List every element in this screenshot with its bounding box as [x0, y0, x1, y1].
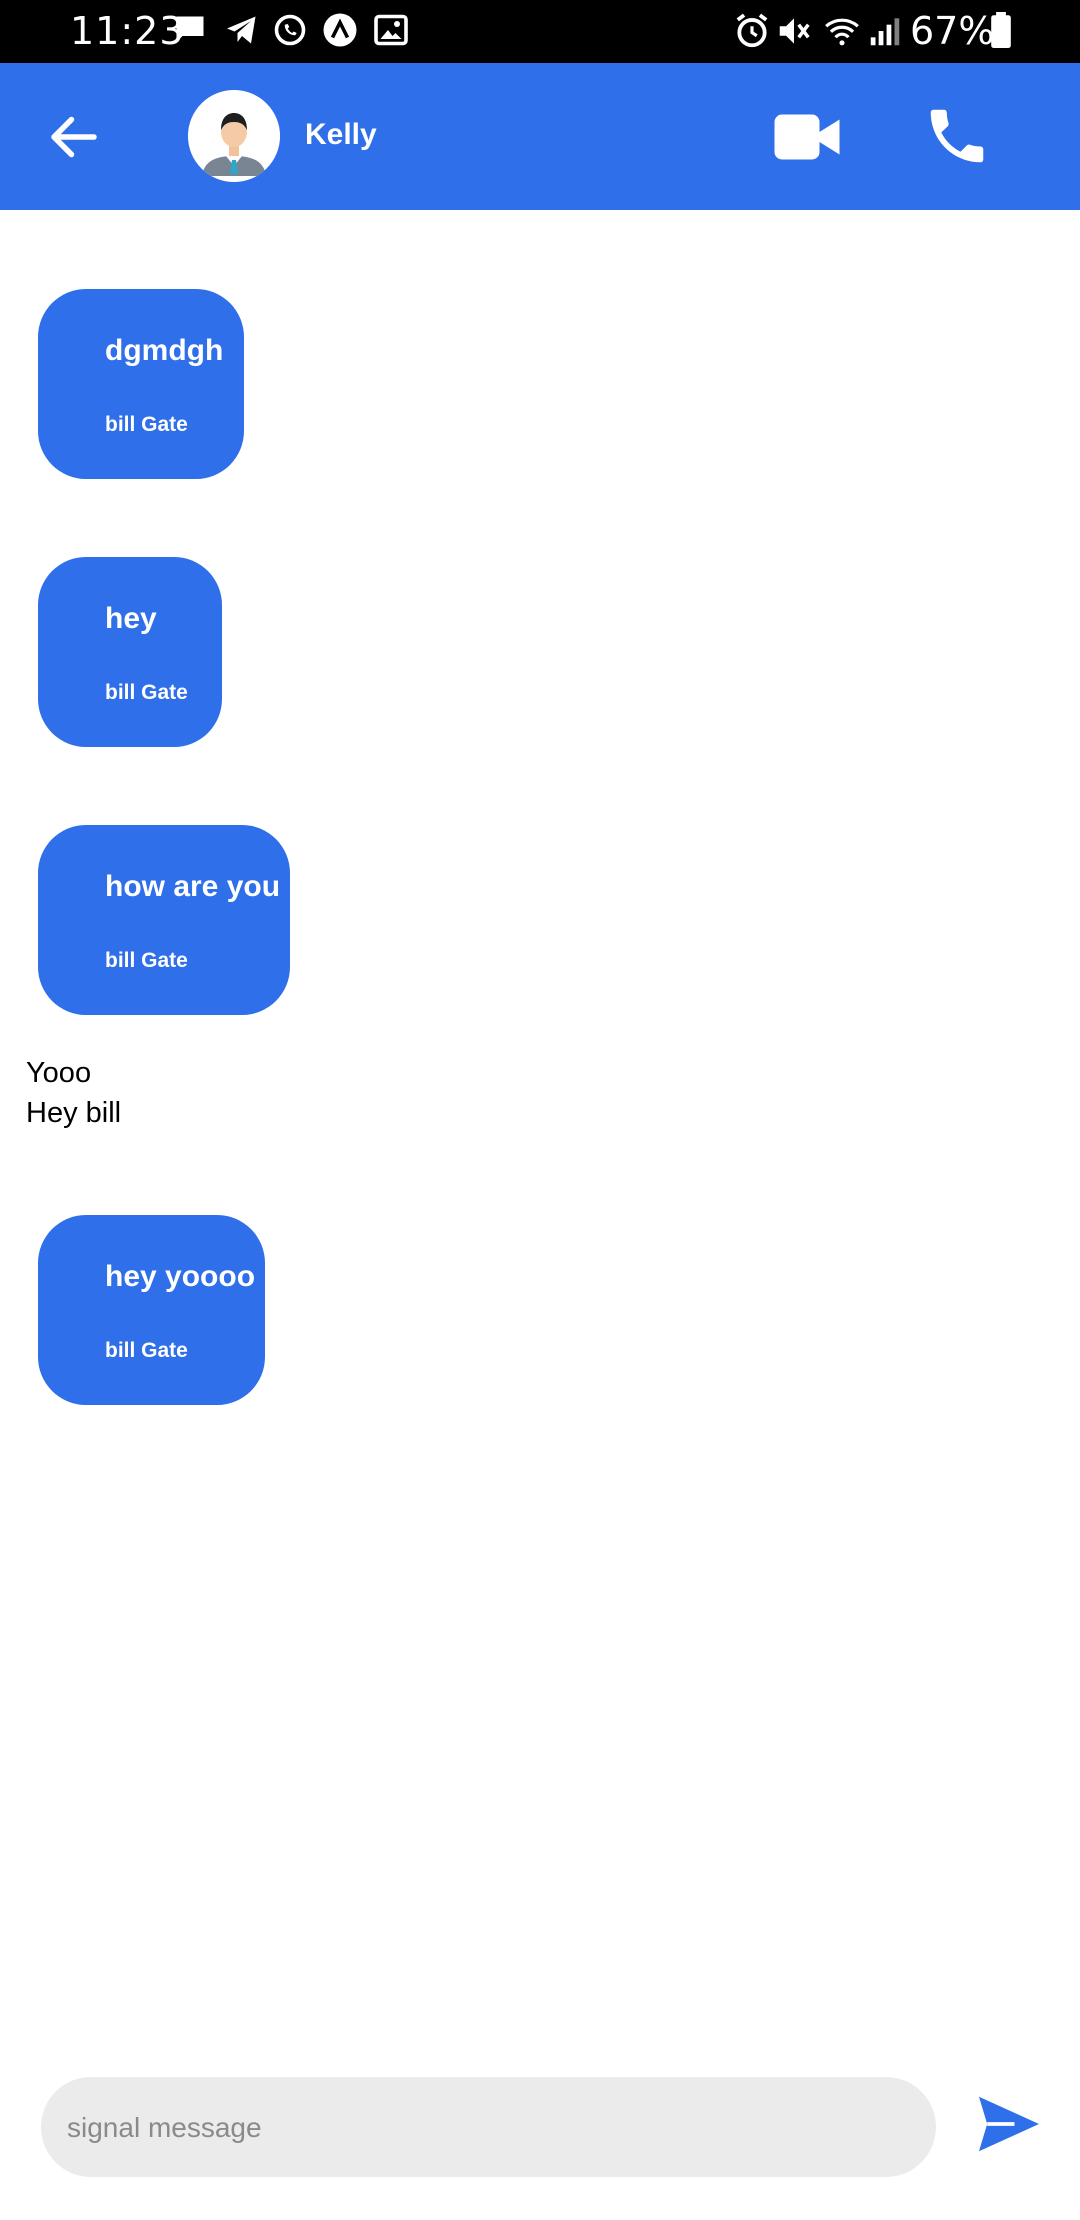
- message-sender: bill Gate: [105, 1339, 188, 1362]
- message-sender: bill Gate: [105, 681, 188, 704]
- alarm-icon: [736, 13, 768, 48]
- message-bubble[interactable]: hey yoooo bill Gate: [38, 1215, 265, 1405]
- telegram-icon: [227, 16, 256, 44]
- battery-percent: 67%: [910, 9, 995, 53]
- battery-icon: [991, 12, 1011, 48]
- contact-name[interactable]: Kelly: [305, 115, 377, 155]
- message-bubble[interactable]: how are you bill Gate: [38, 825, 290, 1015]
- message-input[interactable]: [65, 2105, 909, 2151]
- message-bubble[interactable]: hey bill Gate: [38, 557, 222, 747]
- avatar[interactable]: [188, 90, 280, 182]
- send-icon[interactable]: [975, 2094, 1043, 2154]
- message-sender: bill Gate: [105, 949, 188, 972]
- arrow-up-circle-icon: [323, 13, 357, 47]
- person-icon: [188, 90, 280, 182]
- image-icon: [374, 14, 408, 46]
- plain-message-line: Yooo: [26, 1057, 92, 1089]
- video-camera-icon[interactable]: [772, 107, 842, 167]
- message-sender: bill Gate: [105, 413, 188, 436]
- chat-header: Kelly: [0, 63, 1080, 210]
- message-text: dgmdgh: [105, 334, 224, 367]
- status-bar: 11:23 67%: [0, 0, 1080, 63]
- message-icon: [176, 16, 204, 42]
- signal-icon: [870, 18, 900, 46]
- phone-icon[interactable]: [922, 101, 992, 171]
- message-composer: [41, 2077, 936, 2177]
- wifi-icon: [825, 18, 859, 46]
- message-text: hey yoooo: [105, 1260, 256, 1293]
- message-bubble[interactable]: dgmdgh bill Gate: [38, 289, 244, 479]
- message-text: how are you: [105, 870, 281, 903]
- back-arrow-icon[interactable]: [44, 107, 104, 167]
- plain-message: Yooo Hey bill: [26, 1053, 121, 1133]
- whatsapp-icon: [274, 14, 306, 46]
- message-text: hey: [105, 602, 157, 635]
- mute-icon: [779, 18, 810, 44]
- status-time: 11:23: [70, 9, 185, 53]
- plain-message-line: Hey bill: [26, 1097, 122, 1129]
